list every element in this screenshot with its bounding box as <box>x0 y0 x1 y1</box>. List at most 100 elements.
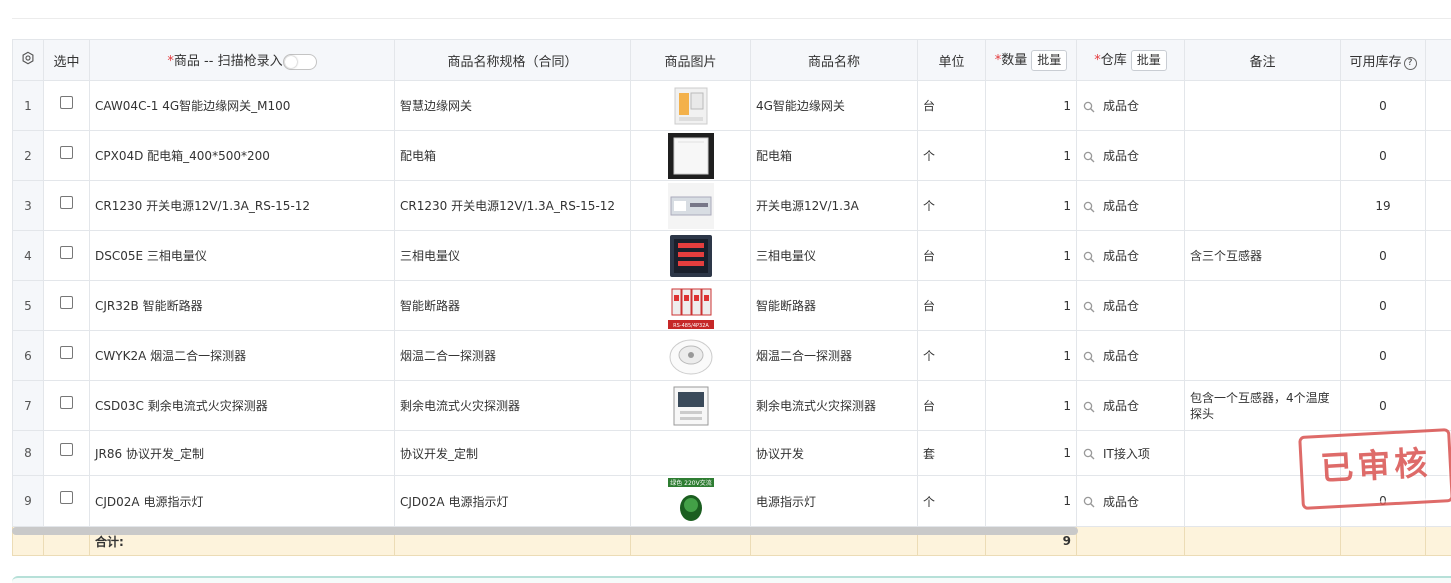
unit-cell: 台 <box>918 381 986 431</box>
spec-cell[interactable]: CR1230 开关电源12V/1.3A_RS-15-12 <box>395 181 631 231</box>
remark-cell[interactable] <box>1185 281 1341 331</box>
checkbox-icon[interactable] <box>60 146 73 159</box>
row-select-cell <box>44 476 90 527</box>
checkbox-icon[interactable] <box>60 396 73 409</box>
search-icon[interactable] <box>1083 496 1095 508</box>
gear-icon[interactable] <box>21 51 35 65</box>
qty-cell[interactable]: 1 <box>986 331 1077 381</box>
name-cell: 智能断路器 <box>751 281 918 331</box>
batch-qty-button[interactable]: 批量 <box>1031 50 1067 71</box>
spec-cell[interactable]: 智慧边缘网关 <box>395 81 631 131</box>
product-code-cell[interactable]: CPX04D 配电箱_400*500*200 <box>90 131 395 181</box>
qty-cell[interactable]: 1 <box>986 131 1077 181</box>
stock-cell: 0 <box>1341 281 1426 331</box>
header-select: 选中 <box>44 40 90 81</box>
row-select-cell <box>44 131 90 181</box>
qty-cell[interactable]: 1 <box>986 81 1077 131</box>
product-thumbnail[interactable] <box>668 383 714 429</box>
checkbox-icon[interactable] <box>60 96 73 109</box>
search-icon[interactable] <box>1083 101 1095 113</box>
spec-cell[interactable]: CJD02A 电源指示灯 <box>395 476 631 527</box>
warehouse-cell[interactable]: 成品仓 <box>1077 131 1185 181</box>
warehouse-cell[interactable]: 成品仓 <box>1077 331 1185 381</box>
search-icon[interactable] <box>1083 151 1095 163</box>
warehouse-value: 成品仓 <box>1103 199 1139 213</box>
search-icon[interactable] <box>1083 448 1095 460</box>
checkbox-icon[interactable] <box>60 296 73 309</box>
product-code-cell[interactable]: CR1230 开关电源12V/1.3A_RS-15-12 <box>90 181 395 231</box>
product-thumbnail[interactable]: 绿色 220V交流 <box>668 478 714 524</box>
remark-cell[interactable]: 含三个互感器 <box>1185 231 1341 281</box>
product-thumbnail[interactable]: RS-485/4P32A <box>668 283 714 329</box>
product-code-cell[interactable]: CJR32B 智能断路器 <box>90 281 395 331</box>
column-settings[interactable] <box>13 40 44 81</box>
remark-cell[interactable]: 包含一个互感器，4个温度探头 <box>1185 381 1341 431</box>
name-cell: 电源指示灯 <box>751 476 918 527</box>
product-code-cell[interactable]: DSC05E 三相电量仪 <box>90 231 395 281</box>
warehouse-cell[interactable]: 成品仓 <box>1077 476 1185 527</box>
table-row: 4DSC05E 三相电量仪三相电量仪三相电量仪台1成品仓含三个互感器0 <box>13 231 1451 281</box>
table-header-row: 选中 *商品 -- 扫描枪录入 商品名称规格（合同） 商品图片 商品名称 单位 … <box>13 40 1451 81</box>
spec-cell[interactable]: 剩余电流式火灾探测器 <box>395 381 631 431</box>
unit-cell: 个 <box>918 331 986 381</box>
spec-cell[interactable]: 配电箱 <box>395 131 631 181</box>
name-cell: 烟温二合一探测器 <box>751 331 918 381</box>
name-cell: 三相电量仪 <box>751 231 918 281</box>
product-thumbnail[interactable] <box>668 183 714 229</box>
search-icon[interactable] <box>1083 351 1095 363</box>
name-cell: 4G智能边缘网关 <box>751 81 918 131</box>
warehouse-value: 成品仓 <box>1103 349 1139 363</box>
question-circle-icon[interactable]: ? <box>1404 57 1417 70</box>
product-code-cell[interactable]: JR86 协议开发_定制 <box>90 431 395 476</box>
product-code-cell[interactable]: CWYK2A 烟温二合一探测器 <box>90 331 395 381</box>
search-icon[interactable] <box>1083 201 1095 213</box>
spec-cell[interactable]: 协议开发_定制 <box>395 431 631 476</box>
qty-cell[interactable]: 1 <box>986 181 1077 231</box>
qty-cell[interactable]: 1 <box>986 231 1077 281</box>
warehouse-cell[interactable]: 成品仓 <box>1077 381 1185 431</box>
checkbox-icon[interactable] <box>60 246 73 259</box>
row-select-cell <box>44 231 90 281</box>
checkbox-icon[interactable] <box>60 491 73 504</box>
horizontal-scrollbar[interactable] <box>12 527 1078 535</box>
checkbox-icon[interactable] <box>60 346 73 359</box>
qty-cell[interactable]: 1 <box>986 381 1077 431</box>
checkbox-icon[interactable] <box>60 443 73 456</box>
batch-warehouse-button[interactable]: 批量 <box>1131 50 1167 71</box>
name-cell: 开关电源12V/1.3A <box>751 181 918 231</box>
spec-cell[interactable]: 智能断路器 <box>395 281 631 331</box>
name-cell: 配电箱 <box>751 131 918 181</box>
warehouse-cell[interactable]: 成品仓 <box>1077 81 1185 131</box>
remark-cell[interactable] <box>1185 131 1341 181</box>
search-icon[interactable] <box>1083 251 1095 263</box>
warehouse-cell[interactable]: 成品仓 <box>1077 231 1185 281</box>
product-thumbnail[interactable] <box>668 83 714 129</box>
header-qty-label: 数量 <box>1001 53 1027 68</box>
product-code-cell[interactable]: CAW04C-1 4G智能边缘网关_M100 <box>90 81 395 131</box>
row-select-cell <box>44 431 90 476</box>
remark-cell[interactable] <box>1185 181 1341 231</box>
qty-cell[interactable]: 1 <box>986 476 1077 527</box>
qty-cell[interactable]: 1 <box>986 281 1077 331</box>
spec-cell[interactable]: 三相电量仪 <box>395 231 631 281</box>
product-code-cell[interactable]: CJD02A 电源指示灯 <box>90 476 395 527</box>
product-thumbnail[interactable] <box>668 233 714 279</box>
product-thumbnail[interactable] <box>668 333 714 379</box>
product-code-cell[interactable]: CSD03C 剩余电流式火灾探测器 <box>90 381 395 431</box>
header-stock-label: 可用库存 <box>1349 55 1401 70</box>
qty-cell[interactable]: 1 <box>986 431 1077 476</box>
warehouse-cell[interactable]: 成品仓 <box>1077 181 1185 231</box>
remark-cell[interactable] <box>1185 331 1341 381</box>
warehouse-cell[interactable]: 成品仓 <box>1077 281 1185 331</box>
stock-cell: 0 <box>1341 81 1426 131</box>
search-icon[interactable] <box>1083 401 1095 413</box>
warehouse-cell[interactable]: IT接入项 <box>1077 431 1185 476</box>
checkbox-icon[interactable] <box>60 196 73 209</box>
image-cell <box>631 81 751 131</box>
spec-cell[interactable]: 烟温二合一探测器 <box>395 331 631 381</box>
header-remark: 备注 <box>1185 40 1341 81</box>
scan-toggle[interactable] <box>283 54 317 70</box>
search-icon[interactable] <box>1083 301 1095 313</box>
product-thumbnail[interactable] <box>668 133 714 179</box>
remark-cell[interactable] <box>1185 81 1341 131</box>
